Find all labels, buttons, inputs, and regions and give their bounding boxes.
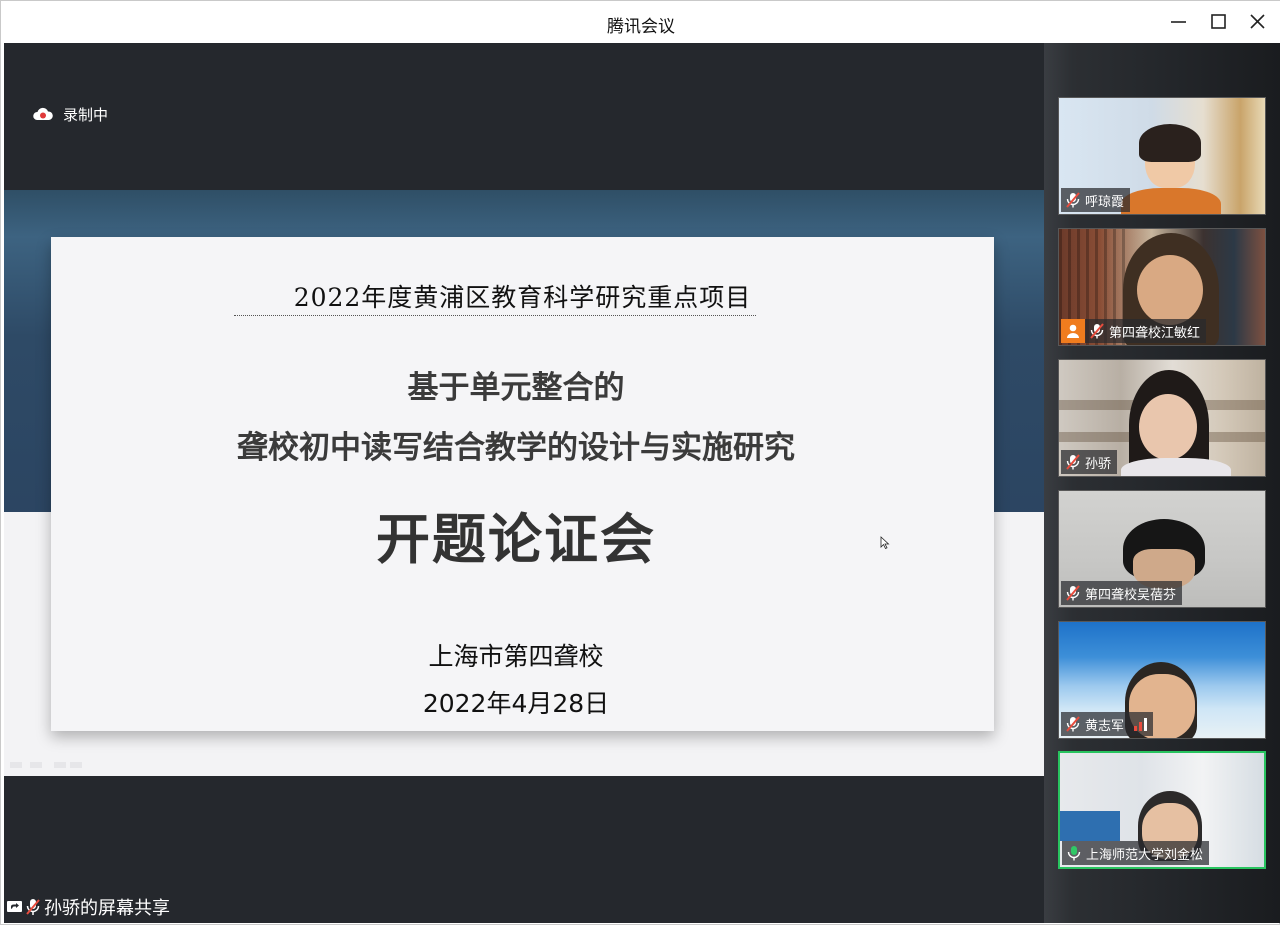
mic-muted-icon: [1066, 585, 1080, 601]
participant-name: 上海师范大学刘金松: [1086, 847, 1204, 863]
maximize-icon: [1211, 14, 1226, 29]
participant-name: 第四聋校江敏红: [1109, 325, 1201, 341]
screen-share-label: 孙骄的屏幕共享: [4, 892, 202, 922]
participant-nameplate: 呼琼霞: [1061, 188, 1131, 212]
slide: 2022年度黄浦区教育科学研究重点项目 基于单元整合的 聋校初中读写结合教学的设…: [51, 237, 994, 731]
recording-indicator[interactable]: 录制中: [32, 104, 108, 124]
participant-name: 孙骄: [1085, 456, 1112, 472]
participant-tile[interactable]: 呼琼霞: [1058, 97, 1266, 215]
minimize-button[interactable]: [1166, 10, 1192, 34]
screen-share-icon: [7, 901, 22, 912]
screen-share-owner: 孙骄的屏幕共享: [44, 898, 170, 919]
mic-icon: [1067, 846, 1081, 861]
person-icon: [1061, 319, 1085, 343]
participant-gallery: 呼琼霞 第四聋校江敏红 孙骄 第四聋校吴蓓芬 黄志军 上海师范大学刘金松: [1044, 43, 1280, 923]
minimize-icon: [1171, 21, 1186, 23]
recording-label: 录制中: [63, 105, 109, 124]
slide-date: 2022年4月28日: [422, 689, 610, 718]
presentation-view: 2022年度黄浦区教育科学研究重点项目 基于单元整合的 聋校初中读写结合教学的设…: [4, 190, 1044, 776]
slide-underline: [234, 315, 756, 316]
window-title: 腾讯会议: [607, 17, 675, 37]
slide-title-line2: 聋校初中读写结合教学的设计与实施研究: [237, 430, 795, 466]
participant-tile[interactable]: 黄志军: [1058, 621, 1266, 739]
mic-muted-icon: [1066, 454, 1080, 470]
slide-title-line1: 基于单元整合的: [407, 370, 625, 406]
cloud-record-icon: [33, 107, 53, 120]
participant-tile-active[interactable]: 上海师范大学刘金松: [1058, 751, 1266, 869]
slideshow-toolbar: [10, 762, 100, 768]
mic-muted-icon: [1090, 323, 1104, 339]
participant-name: 黄志军: [1085, 718, 1125, 734]
slide-headline: 开题论证会: [376, 508, 656, 571]
mic-muted-icon: [1066, 716, 1080, 732]
meeting-window: 腾讯会议 录制中 2022年度黄浦区教育科学研究重点项目 基于单元整合的 聋校初…: [0, 0, 1280, 925]
close-button[interactable]: [1245, 10, 1271, 34]
maximize-button[interactable]: [1206, 10, 1232, 34]
participant-name: 呼琼霞: [1085, 194, 1125, 210]
participant-tile[interactable]: 孙骄: [1058, 359, 1266, 477]
participant-nameplate: 孙骄: [1061, 450, 1118, 474]
mouse-cursor-icon: [880, 536, 890, 550]
close-icon: [1250, 14, 1265, 29]
participant-tile[interactable]: 第四聋校吴蓓芬: [1058, 490, 1266, 608]
mic-muted-icon: [1066, 192, 1080, 208]
participant-tile[interactable]: 第四聋校江敏红: [1058, 228, 1266, 346]
participant-nameplate: 黄志军: [1061, 712, 1154, 736]
mic-muted-icon: [26, 899, 40, 915]
participant-nameplate: 第四聋校江敏红: [1061, 319, 1207, 343]
network-signal-icon: [1134, 717, 1148, 731]
participant-nameplate: 上海师范大学刘金松: [1062, 841, 1210, 865]
shared-screen-area: 录制中 2022年度黄浦区教育科学研究重点项目 基于单元整合的 聋校初中读写结合…: [4, 43, 1044, 923]
participant-nameplate: 第四聋校吴蓓芬: [1061, 581, 1183, 605]
slide-organization: 上海市第四聋校: [428, 642, 604, 671]
title-bar: 腾讯会议: [1, 1, 1280, 43]
slide-project-line: 2022年度黄浦区教育科学研究重点项目: [293, 283, 752, 312]
participant-name: 第四聋校吴蓓芬: [1085, 587, 1177, 603]
